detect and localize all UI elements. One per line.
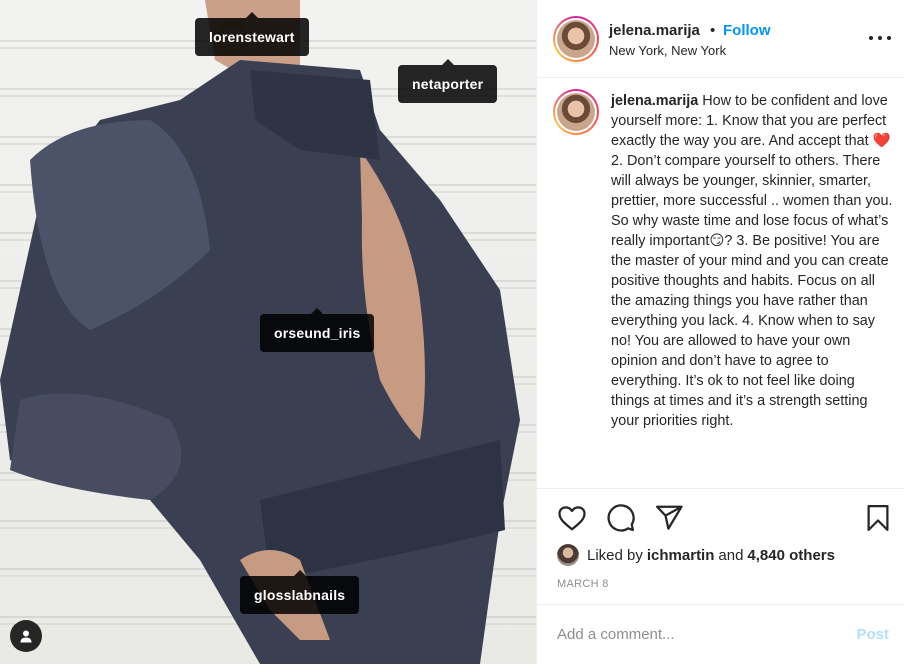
post-comment-button[interactable]: Post [856,626,889,643]
liked-by-prefix: Liked by [587,546,643,564]
liker-username[interactable]: ichmartin [647,547,715,564]
heart-icon[interactable] [557,503,587,533]
caption-author-avatar[interactable] [553,89,599,135]
liker-avatar[interactable] [557,544,579,566]
more-options-icon[interactable] [869,28,891,48]
user-tag-netaporter[interactable]: netaporter [398,59,498,103]
caption-text: How to be confident and love yourself mo… [611,93,893,429]
comment-input[interactable] [557,623,837,645]
user-tag-icon [20,630,32,643]
bookmark-icon[interactable] [863,503,893,533]
share-icon[interactable] [654,503,684,533]
author-username[interactable]: jelena.marija [609,22,700,39]
likes-summary: Liked by ichmartin and 4,840 others [557,544,839,566]
user-tag-glosslabnails[interactable]: glosslabnails [240,570,360,614]
follow-button[interactable]: Follow [723,22,771,39]
author-avatar[interactable] [553,16,599,62]
comment-box: Post [537,604,904,664]
post-photo[interactable]: lorenstewart netaporter orseund_iris glo… [0,0,536,664]
caption-area: jelena.marija How to be confident and lov… [537,79,904,485]
caption-username[interactable]: jelena.marija [611,93,698,109]
likes-count-others[interactable]: 4,840 others [747,547,835,564]
post-side-panel: jelena.marija • Follow New York, New Yor… [536,0,904,664]
post-date[interactable]: MARCH 8 [557,578,609,590]
separator-dot: • [710,22,716,39]
action-bar [537,488,904,548]
post-location[interactable]: New York, New York [609,43,726,58]
caption: jelena.marija How to be confident and lov… [611,91,897,431]
user-tags-toggle-button[interactable] [10,620,42,652]
user-tag-orseund-iris[interactable]: orseund_iris [260,308,375,352]
user-tag-lorenstewart[interactable]: lorenstewart [195,12,309,56]
post-header: jelena.marija • Follow New York, New Yor… [537,0,904,78]
comment-icon[interactable] [606,503,636,533]
likes-and: and [718,546,744,564]
